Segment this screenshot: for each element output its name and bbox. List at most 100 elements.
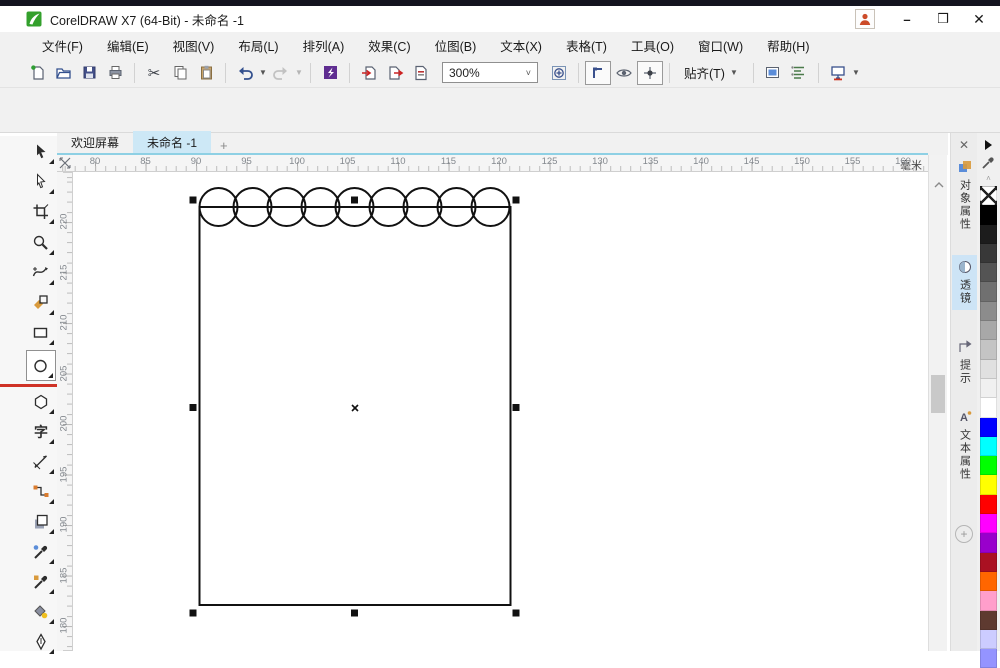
freehand-tool[interactable] <box>26 259 56 287</box>
color-swatch[interactable] <box>980 379 997 398</box>
polygon-tool[interactable] <box>26 388 56 416</box>
artistic-media-tool[interactable] <box>26 289 56 317</box>
menu-item[interactable]: 视图(V) <box>161 32 227 59</box>
selected-shape[interactable] <box>73 172 928 651</box>
scroll-up-icon[interactable] <box>929 177 948 193</box>
undo-button[interactable] <box>232 61 258 85</box>
close-button[interactable]: ✕ <box>968 9 990 29</box>
export-button[interactable] <box>382 61 408 85</box>
application-launcher-icon[interactable] <box>317 61 343 85</box>
rectangle-tool[interactable] <box>26 319 56 347</box>
color-swatch[interactable] <box>980 572 997 591</box>
presentation-dropdown-arrow[interactable]: ▼ <box>851 68 861 77</box>
color-swatch[interactable] <box>980 630 997 649</box>
enhanced-view-icon[interactable] <box>611 61 637 85</box>
docker-close-icon[interactable]: ✕ <box>951 138 977 152</box>
docker-tab-hints[interactable]: 提示 <box>952 335 977 390</box>
publish-pdf-button[interactable] <box>408 61 434 85</box>
zoom-tool[interactable] <box>26 229 56 257</box>
menu-item[interactable]: 编辑(E) <box>95 32 161 59</box>
redo-button[interactable] <box>268 61 294 85</box>
color-swatch[interactable] <box>980 649 997 668</box>
redo-dropdown-arrow[interactable]: ▼ <box>294 68 304 77</box>
color-swatch[interactable] <box>980 244 997 263</box>
cut-icon[interactable]: ✂ <box>141 61 167 85</box>
docker-tab-object-properties[interactable]: 对象属性 <box>952 155 977 236</box>
snap-to-button[interactable]: 贴齐(T) ▼ <box>676 61 747 84</box>
open-button[interactable] <box>50 61 76 85</box>
align-options-button[interactable] <box>786 61 812 85</box>
docker-add-button[interactable]: + <box>955 525 973 543</box>
ruler-origin-icon[interactable] <box>58 156 72 170</box>
color-swatch[interactable] <box>980 591 997 610</box>
color-swatch[interactable] <box>980 340 997 359</box>
menu-item[interactable]: 文本(X) <box>488 32 554 59</box>
menu-item[interactable]: 布局(L) <box>226 32 290 59</box>
drawing-canvas[interactable] <box>73 172 928 651</box>
zoom-level-combo[interactable]: 300% ˅ <box>442 62 538 83</box>
color-swatch[interactable] <box>980 533 997 552</box>
scrollbar-thumb[interactable] <box>931 375 945 413</box>
membership-user-icon[interactable] <box>855 9 875 29</box>
outline-pen-tool[interactable] <box>26 628 56 656</box>
docker-tab-lens[interactable]: 透镜 <box>952 255 977 310</box>
maximize-button[interactable]: ❒ <box>932 9 954 29</box>
parallel-dimension-tool[interactable] <box>26 448 56 476</box>
menu-item[interactable]: 帮助(H) <box>755 32 821 59</box>
menu-item[interactable]: 位图(B) <box>423 32 489 59</box>
color-swatch[interactable] <box>980 418 997 437</box>
menu-item[interactable]: 效果(C) <box>356 32 422 59</box>
swatch-no-color[interactable] <box>980 186 997 205</box>
menu-item[interactable]: 窗口(W) <box>686 32 755 59</box>
color-swatch[interactable] <box>980 475 997 494</box>
connector-tool[interactable] <box>26 478 56 506</box>
menu-item[interactable]: 表格(T) <box>554 32 619 59</box>
save-button[interactable] <box>76 61 102 85</box>
vertical-scrollbar[interactable] <box>928 155 947 651</box>
color-swatch[interactable] <box>980 302 997 321</box>
palette-scroll-up-icon[interactable]: ˄ <box>977 174 1000 183</box>
color-swatch[interactable] <box>980 360 997 379</box>
zoom-to-page-button[interactable] <box>546 61 572 85</box>
smart-fill-tool[interactable] <box>26 598 56 626</box>
color-swatch[interactable] <box>980 514 997 533</box>
color-swatch[interactable] <box>980 321 997 340</box>
color-swatch[interactable] <box>980 611 997 630</box>
print-button[interactable] <box>102 61 128 85</box>
color-eyedropper-tool[interactable] <box>26 538 56 566</box>
shape-tool[interactable] <box>26 168 56 196</box>
attributes-eyedropper-tool[interactable] <box>26 568 56 596</box>
treat-as-filled-toggle[interactable] <box>637 61 663 85</box>
palette-flyout-icon[interactable] <box>985 140 992 150</box>
page-border-toggle[interactable] <box>585 61 611 85</box>
undo-dropdown-arrow[interactable]: ▼ <box>258 68 268 77</box>
color-swatch[interactable] <box>980 495 997 514</box>
crop-tool[interactable] <box>26 198 56 226</box>
text-tool[interactable]: 字 <box>26 418 56 446</box>
color-swatch[interactable] <box>980 437 997 456</box>
palette-eyedropper-icon[interactable] <box>981 155 996 170</box>
color-swatch[interactable] <box>980 398 997 417</box>
color-swatch[interactable] <box>980 225 997 244</box>
ellipse-tool[interactable] <box>26 350 56 381</box>
docker-tab-text-properties[interactable]: A 文本属性 <box>952 405 977 486</box>
tab-welcome-screen[interactable]: 欢迎屏幕 <box>57 131 133 155</box>
presentation-button[interactable] <box>825 61 851 85</box>
color-dialog-button[interactable] <box>760 61 786 85</box>
copy-button[interactable] <box>167 61 193 85</box>
import-button[interactable] <box>356 61 382 85</box>
color-swatch[interactable] <box>980 205 997 224</box>
menu-item[interactable]: 排列(A) <box>291 32 357 59</box>
pick-tool[interactable] <box>26 138 56 166</box>
color-swatch[interactable] <box>980 263 997 282</box>
minimize-button[interactable]: – <box>896 9 918 29</box>
tab-untitled-1[interactable]: 未命名 -1 <box>133 131 211 155</box>
color-swatch[interactable] <box>980 282 997 301</box>
menu-item[interactable]: 文件(F) <box>30 32 95 59</box>
paste-button[interactable] <box>193 61 219 85</box>
color-swatch[interactable] <box>980 456 997 475</box>
new-document-button[interactable] <box>24 61 50 85</box>
drop-shadow-tool[interactable] <box>26 508 56 536</box>
menu-item[interactable]: 工具(O) <box>619 32 686 59</box>
color-swatch[interactable] <box>980 553 997 572</box>
